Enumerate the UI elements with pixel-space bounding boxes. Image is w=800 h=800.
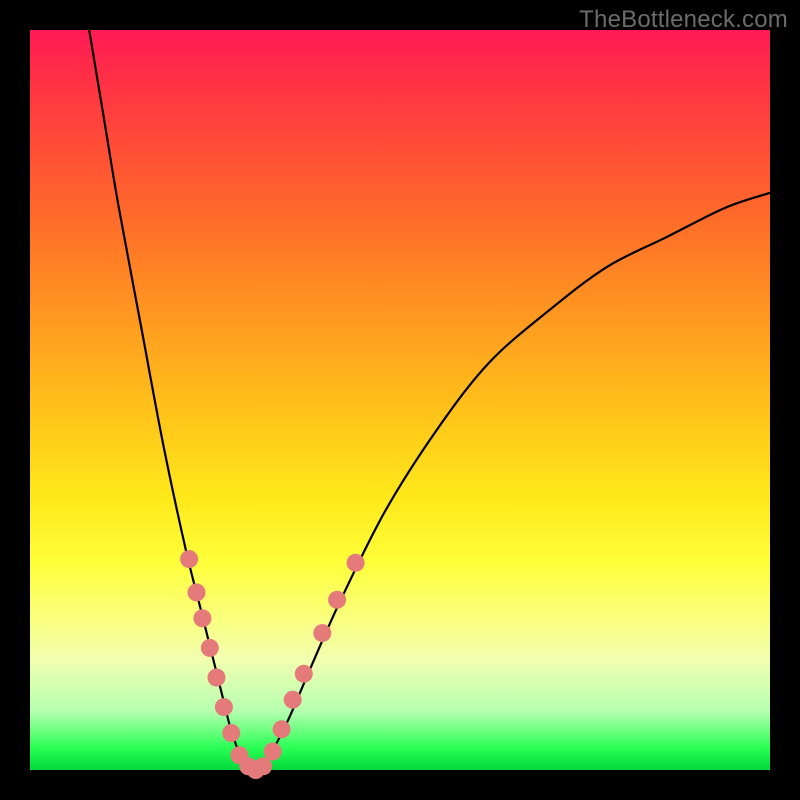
marker-dot: [347, 554, 365, 572]
marker-dot: [328, 591, 346, 609]
marker-dot: [207, 669, 225, 687]
plot-area: [30, 30, 770, 770]
marker-dot: [254, 757, 272, 775]
marker-dot: [180, 550, 198, 568]
marker-dot: [264, 743, 282, 761]
marker-dot: [313, 624, 331, 642]
marker-dot: [188, 583, 206, 601]
curve-svg: [30, 30, 770, 770]
marker-dot: [222, 724, 240, 742]
marker-dot: [273, 720, 291, 738]
marker-dot: [201, 639, 219, 657]
marker-group: [180, 550, 365, 779]
bottleneck-curve: [89, 30, 770, 771]
chart-frame: TheBottleneck.com: [0, 0, 800, 800]
marker-dot: [284, 691, 302, 709]
marker-dot: [295, 665, 313, 683]
marker-dot: [193, 609, 211, 627]
marker-dot: [215, 698, 233, 716]
